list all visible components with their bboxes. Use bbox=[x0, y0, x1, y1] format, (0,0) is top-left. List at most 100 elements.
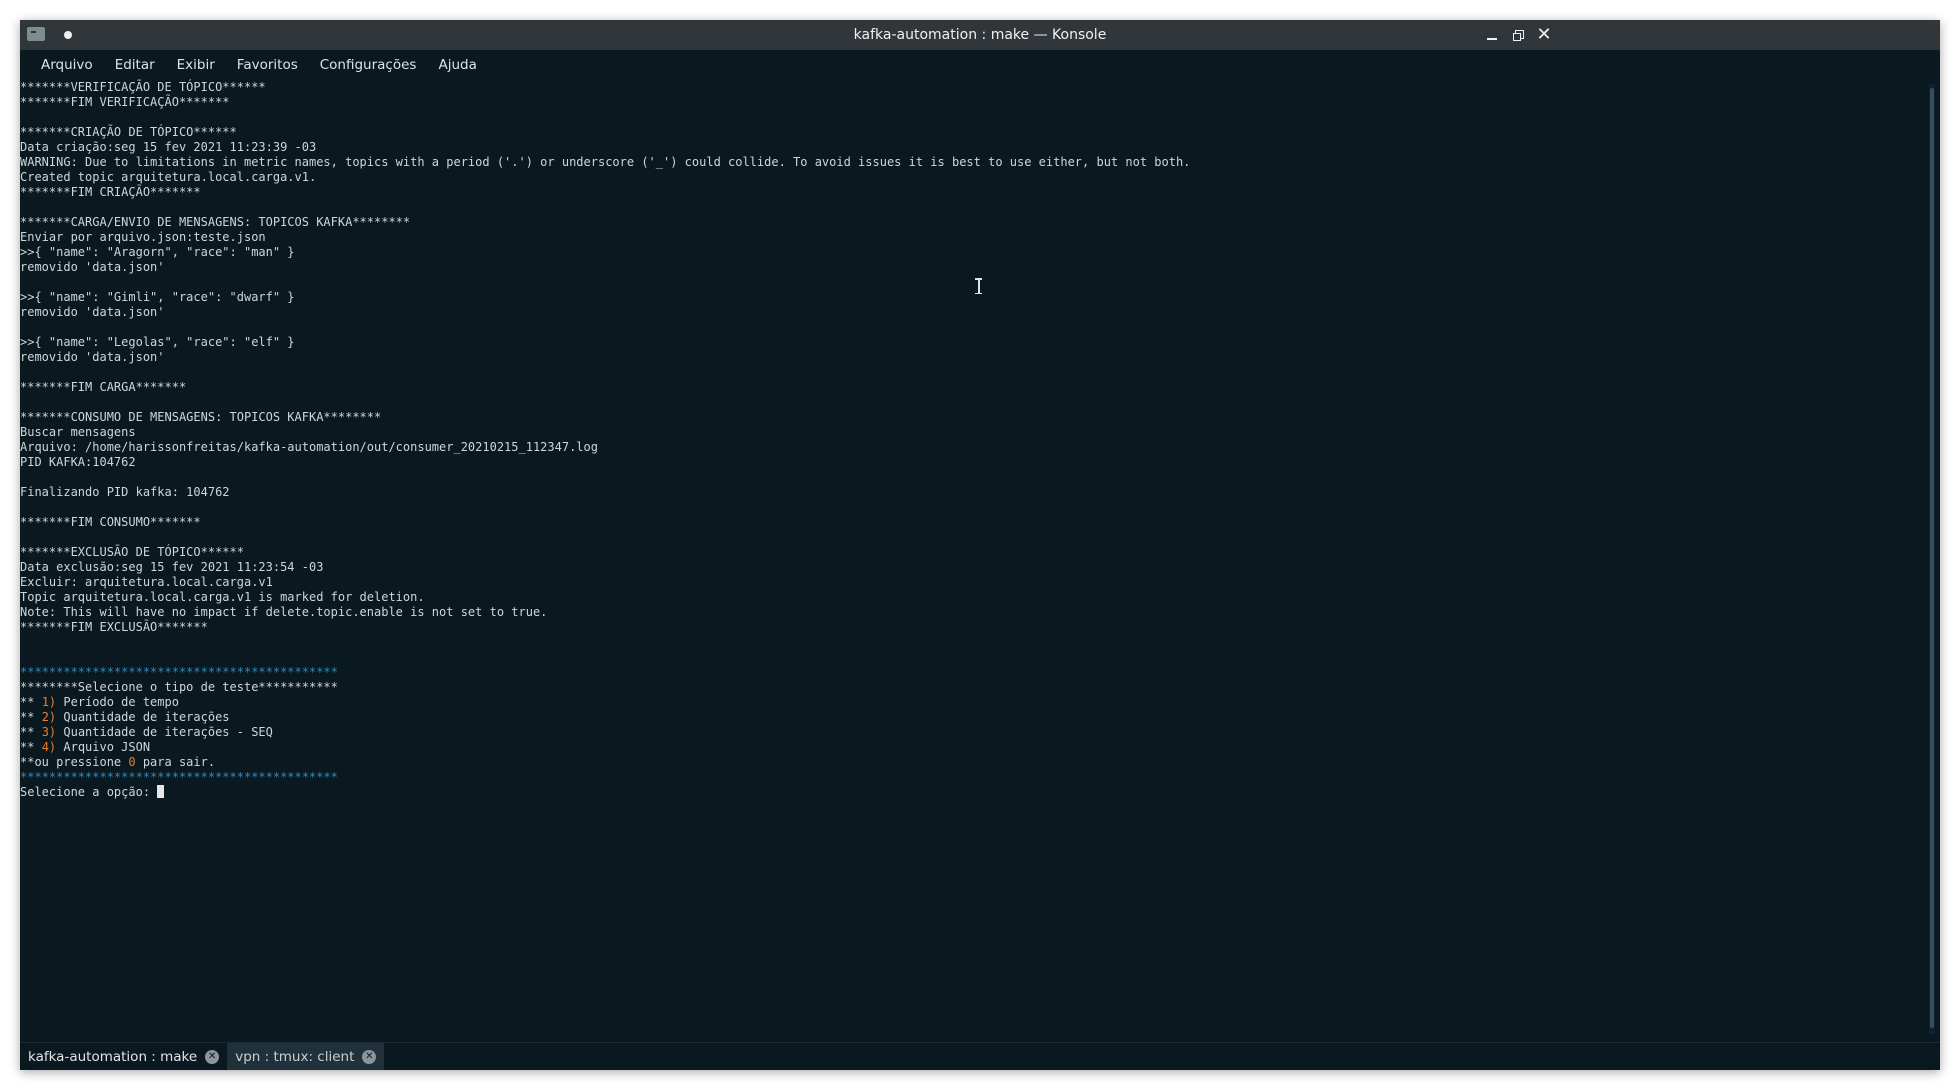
terminal-text: WARNING: Due to limitations in metric na… bbox=[20, 155, 1191, 169]
terminal-line: >>{ "name": "Aragorn", "race": "man" } bbox=[20, 245, 1190, 260]
menu-arquivo[interactable]: Arquivo bbox=[30, 50, 104, 80]
terminal-text: Excluir: arquitetura.local.carga.v1 bbox=[20, 575, 273, 589]
tab-vpn[interactable]: vpn : tmux: client ✕ bbox=[227, 1043, 385, 1070]
minimize-button[interactable] bbox=[1482, 25, 1502, 45]
terminal-line: Finalizando PID kafka: 104762 bbox=[20, 485, 1190, 500]
menu-favoritos[interactable]: Favoritos bbox=[226, 50, 309, 80]
terminal-text: 3) bbox=[41, 725, 57, 739]
terminal-text: *******CONSUMO DE MENSAGENS: TOPICOS KAF… bbox=[20, 410, 382, 424]
terminal-text: >>{ "name": "Legolas", "race": "elf" } bbox=[20, 335, 295, 349]
terminal-text: removido 'data.json' bbox=[20, 260, 165, 274]
tab-bar: kafka-automation : make ✕ vpn : tmux: cl… bbox=[20, 1042, 1940, 1070]
menu-exibir[interactable]: Exibir bbox=[166, 50, 226, 80]
terminal-line: *******CONSUMO DE MENSAGENS: TOPICOS KAF… bbox=[20, 410, 1190, 425]
menu-editar[interactable]: Editar bbox=[104, 50, 166, 80]
terminal-text: Arquivo: /home/harissonfreitas/kafka-aut… bbox=[20, 440, 598, 454]
terminal-line: *******FIM CRIAÇÃO******* bbox=[20, 185, 1190, 200]
terminal-text: *******FIM EXCLUSÃO******* bbox=[20, 620, 208, 634]
terminal-text: Created topic arquitetura.local.carga.v1… bbox=[20, 170, 317, 184]
terminal-line: *******FIM VERIFICAÇÃO******* bbox=[20, 95, 1190, 110]
terminal-line: *******FIM CONSUMO******* bbox=[20, 515, 1190, 530]
terminal-text: ** bbox=[20, 710, 42, 724]
terminal-text: Período de tempo bbox=[56, 695, 179, 709]
terminal-text: Quantidade de iterações - SEQ bbox=[56, 725, 273, 739]
terminal-line: *******VERIFICAÇÃO DE TÓPICO****** bbox=[20, 80, 1190, 95]
terminal-line: **ou pressione 0 para sair. bbox=[20, 755, 1190, 770]
terminal-text: *******CRIAÇÃO DE TÓPICO****** bbox=[20, 125, 237, 139]
terminal-line: *******FIM EXCLUSÃO******* bbox=[20, 620, 1190, 635]
terminal-text: Enviar por arquivo.json:teste.json bbox=[20, 230, 266, 244]
terminal-line: Arquivo: /home/harissonfreitas/kafka-aut… bbox=[20, 440, 1190, 455]
terminal-area[interactable]: *******VERIFICAÇÃO DE TÓPICO****** ******… bbox=[20, 80, 1925, 1060]
terminal-line: ** 3) Quantidade de iterações - SEQ bbox=[20, 725, 1190, 740]
terminal-text: removido 'data.json' bbox=[20, 350, 165, 364]
tab-kafka-automation[interactable]: kafka-automation : make ✕ bbox=[20, 1043, 228, 1070]
terminal-line: Created topic arquitetura.local.carga.v1… bbox=[20, 170, 1190, 185]
terminal-text: removido 'data.json' bbox=[20, 305, 165, 319]
terminal-text: PID KAFKA:104762 bbox=[20, 455, 136, 469]
terminal-text: ****************************************… bbox=[20, 665, 338, 679]
terminal-text: *******VERIFICAÇÃO DE TÓPICO****** bbox=[20, 80, 266, 94]
terminal-line: Data exclusão:seg 15 fev 2021 11:23:54 -… bbox=[20, 560, 1190, 575]
tab-label: vpn : tmux: client bbox=[235, 1049, 355, 1065]
terminal-line: *******FIM CARGA******* bbox=[20, 380, 1190, 395]
terminal-text: Arquivo JSON bbox=[56, 740, 151, 754]
terminal-output: *******VERIFICAÇÃO DE TÓPICO****** ******… bbox=[20, 80, 1190, 800]
terminal-text: **ou pressione bbox=[20, 755, 129, 769]
terminal-line: Data criação:seg 15 fev 2021 11:23:39 -0… bbox=[20, 140, 1190, 155]
terminal-line: *******CARGA/ENVIO DE MENSAGENS: TOPICOS… bbox=[20, 215, 1190, 230]
terminal-line: >>{ "name": "Legolas", "race": "elf" } bbox=[20, 335, 1190, 350]
terminal-line: *******EXCLUSÃO DE TÓPICO****** bbox=[20, 545, 1190, 560]
tab-close-icon[interactable]: ✕ bbox=[205, 1050, 220, 1064]
menu-ajuda[interactable]: Ajuda bbox=[427, 50, 487, 80]
terminal-line: WARNING: Due to limitations in metric na… bbox=[20, 155, 1190, 170]
scroll-thumb[interactable] bbox=[1930, 88, 1934, 1028]
terminal-text: Buscar mensagens bbox=[20, 425, 136, 439]
menu-configuracoes[interactable]: Configurações bbox=[309, 50, 428, 80]
tab-label: kafka-automation : make bbox=[28, 1049, 198, 1065]
close-button[interactable]: ✕ bbox=[1534, 25, 1554, 45]
terminal-text: para sair. bbox=[135, 755, 216, 769]
terminal-line: Selecione a opção: bbox=[20, 785, 1190, 800]
terminal-text: ** bbox=[20, 725, 42, 739]
terminal-text: *******FIM VERIFICAÇÃO******* bbox=[20, 95, 230, 109]
terminal-line: Buscar mensagens bbox=[20, 425, 1190, 440]
terminal-text: Data criação:seg 15 fev 2021 11:23:39 -0… bbox=[20, 140, 317, 154]
terminal-line: ****************************************… bbox=[20, 665, 1190, 680]
terminal-text: ** bbox=[20, 740, 42, 754]
text-cursor bbox=[157, 785, 165, 798]
terminal-line: Enviar por arquivo.json:teste.json bbox=[20, 230, 1190, 245]
terminal-text: Data exclusão:seg 15 fev 2021 11:23:54 -… bbox=[20, 560, 324, 574]
terminal-line: removido 'data.json' bbox=[20, 305, 1190, 320]
maximize-button[interactable] bbox=[1508, 25, 1528, 45]
terminal-line: removido 'data.json' bbox=[20, 260, 1190, 275]
terminal-line: ** 2) Quantidade de iterações bbox=[20, 710, 1190, 725]
terminal-text: Selecione a opção: bbox=[20, 785, 158, 799]
terminal-line: *******CRIAÇÃO DE TÓPICO****** bbox=[20, 125, 1190, 140]
terminal-text: *******CARGA/ENVIO DE MENSAGENS: TOPICOS… bbox=[20, 215, 411, 229]
terminal-line: ********Selecione o tipo de teste*******… bbox=[20, 680, 1190, 695]
terminal-line: Topic arquitetura.local.carga.v1 is mark… bbox=[20, 590, 1190, 605]
scrollbar[interactable] bbox=[1926, 84, 1938, 1034]
terminal-line: removido 'data.json' bbox=[20, 350, 1190, 365]
terminal-text: ********Selecione o tipo de teste*******… bbox=[20, 680, 338, 694]
terminal-text: 1) bbox=[41, 695, 57, 709]
title-bar[interactable]: kafka-automation : make — Konsole ✕ bbox=[20, 20, 1940, 50]
minimize-icon bbox=[1487, 38, 1497, 40]
ibeam-cursor-icon bbox=[975, 278, 982, 294]
menu-bar: Arquivo Editar Exibir Favoritos Configur… bbox=[20, 50, 1940, 80]
tab-close-icon[interactable]: ✕ bbox=[362, 1050, 377, 1064]
terminal-text: >>{ "name": "Aragorn", "race": "man" } bbox=[20, 245, 295, 259]
terminal-line: Excluir: arquitetura.local.carga.v1 bbox=[20, 575, 1190, 590]
terminal-line: >>{ "name": "Gimli", "race": "dwarf" } bbox=[20, 290, 1190, 305]
terminal-text: *******FIM CARGA******* bbox=[20, 380, 187, 394]
terminal-text: 0 bbox=[128, 755, 136, 769]
terminal-text: ****************************************… bbox=[20, 770, 338, 784]
